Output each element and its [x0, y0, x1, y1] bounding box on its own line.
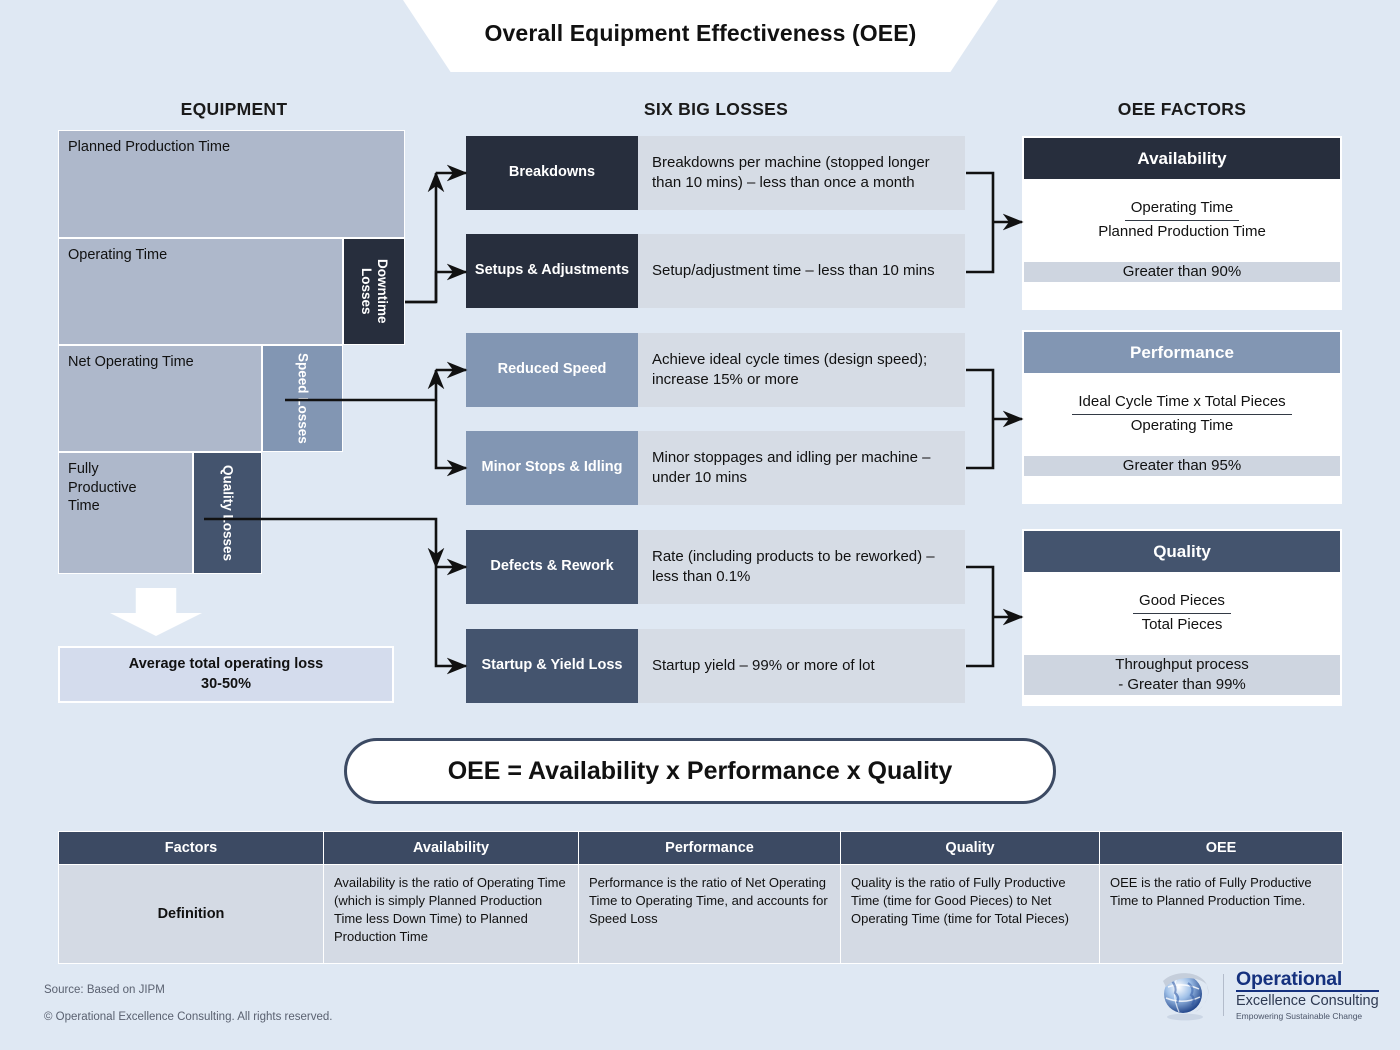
loss-name-startup-yield-loss: Startup & Yield Loss	[466, 629, 638, 703]
oee-factor-card-quality: Quality Good Pieces Total Pieces Through…	[1022, 529, 1342, 706]
table-header-quality: Quality	[840, 831, 1100, 865]
header-band: Overall Equipment Effectiveness (OEE)	[0, 0, 1400, 72]
table-header-oee: OEE	[1099, 831, 1343, 865]
factor-target-availability: Greater than 90%	[1024, 262, 1340, 283]
table-header-factors: Factors	[58, 831, 324, 865]
factor-formula-availability: Operating Time Planned Production Time	[1024, 179, 1340, 262]
formula-denominator-availability: Planned Production Time	[1098, 223, 1266, 240]
equipment-stack: Planned Production Time Operating Time N…	[58, 130, 405, 575]
loss-row-startup-yield-loss: Startup & Yield Loss Startup yield – 99%…	[466, 629, 965, 703]
formula-denominator-performance: Operating Time	[1130, 417, 1234, 434]
loss-name-defects-rework: Defects & Rework	[466, 530, 638, 604]
target-line2-quality: - Greater than 99%	[1118, 676, 1246, 694]
oee-infographic: Overall Equipment Effectiveness (OEE) EQ…	[0, 0, 1400, 1050]
loss-name-reduced-speed: Reduced Speed	[466, 333, 638, 407]
formula-numerator-availability: Operating Time	[1124, 199, 1240, 221]
target-line1-availability: Greater than 90%	[1122, 263, 1242, 280]
loss-block-quality-losses: Quality Losses	[193, 452, 262, 574]
loss-row-setups-adjustments: Setups & Adjustments Setup/adjustment ti…	[466, 234, 965, 308]
column-heading-equipment: EQUIPMENT	[180, 99, 288, 119]
source-note: Source: Based on JIPM	[44, 984, 165, 996]
equipment-bar-net-operating-time: Net Operating Time	[58, 345, 262, 452]
copyright-note: © Operational Excellence Consulting. All…	[44, 1011, 333, 1023]
table-header-performance: Performance	[578, 831, 841, 865]
table-header-availability: Availability	[323, 831, 579, 865]
target-line1-performance: Greater than 95%	[1122, 457, 1242, 474]
definition-table: Factors Availability Performance Quality…	[58, 831, 1343, 964]
logo-line-excellence-consulting: Excellence Consulting	[1236, 992, 1379, 1009]
factor-formula-quality: Good Pieces Total Pieces	[1024, 572, 1340, 655]
logo-line-tagline: Empowering Sustainable Change	[1236, 1011, 1363, 1022]
logo-line-operational: Operational	[1236, 968, 1379, 992]
equipment-bar-planned-production-time: Planned Production Time	[58, 130, 405, 238]
equipment-bar-operating-time: Operating Time	[58, 238, 343, 345]
page-title: Overall Equipment Effectiveness (OEE)	[484, 19, 917, 46]
table-cell-performance-definition: Performance is the ratio of Net Operatin…	[578, 864, 841, 964]
loss-row-reduced-speed: Reduced Speed Achieve ideal cycle times …	[466, 333, 965, 407]
loss-row-defects-rework: Defects & Rework Rate (including product…	[466, 530, 965, 604]
equipment-bar-fully-productive-time: Fully Productive Time	[58, 452, 193, 574]
loss-block-downtime-losses: Downtime Losses	[343, 238, 405, 345]
average-total-operating-loss-box: Average total operating loss 30-50%	[58, 646, 394, 703]
factor-title-quality: Quality	[1024, 531, 1340, 572]
factor-title-availability: Availability	[1024, 138, 1340, 179]
oee-equation-banner: OEE = Availability x Performance x Quali…	[344, 738, 1056, 804]
target-line1-quality: Throughput process	[1115, 656, 1249, 673]
factor-target-performance: Greater than 95%	[1024, 456, 1340, 477]
table-row-label-definition: Definition	[58, 864, 324, 964]
down-arrow-icon	[110, 588, 202, 636]
loss-description-setups-adjustments: Setup/adjustment time – less than 10 min…	[638, 234, 965, 308]
loss-block-speed-losses: Speed Losses	[262, 345, 343, 452]
formula-numerator-quality: Good Pieces	[1133, 592, 1231, 614]
table-cell-oee-definition: OEE is the ratio of Fully Productive Tim…	[1099, 864, 1343, 964]
average-loss-line2: 30-50%	[201, 675, 251, 692]
average-loss-line1: Average total operating loss	[128, 656, 324, 673]
globe-icon	[1163, 973, 1209, 1021]
loss-name-setups-adjustments: Setups & Adjustments	[466, 234, 638, 308]
logo-divider	[1223, 974, 1224, 1016]
loss-row-minor-stops-idling: Minor Stops & Idling Minor stoppages and…	[466, 431, 965, 505]
loss-name-breakdowns: Breakdowns	[466, 136, 638, 210]
loss-description-defects-rework: Rate (including products to be reworked)…	[638, 530, 965, 604]
factor-target-quality: Throughput process - Greater than 99%	[1024, 655, 1340, 696]
table-cell-availability-definition: Availability is the ratio of Operating T…	[323, 864, 579, 964]
loss-name-minor-stops-idling: Minor Stops & Idling	[466, 431, 638, 505]
table-cell-quality-definition: Quality is the ratio of Fully Productive…	[840, 864, 1100, 964]
loss-description-breakdowns: Breakdowns per machine (stopped longer t…	[638, 136, 965, 210]
column-heading-six-big-losses: SIX BIG LOSSES	[643, 99, 789, 119]
factor-formula-performance: Ideal Cycle Time x Total Pieces Operatin…	[1024, 373, 1340, 456]
loss-row-breakdowns: Breakdowns Breakdowns per machine (stopp…	[466, 136, 965, 210]
table-header-row: Factors Availability Performance Quality…	[58, 831, 1343, 865]
factor-title-performance: Performance	[1024, 332, 1340, 373]
loss-description-startup-yield-loss: Startup yield – 99% or more of lot	[638, 629, 965, 703]
formula-numerator-performance: Ideal Cycle Time x Total Pieces	[1072, 393, 1292, 415]
table-row: Definition Availability is the ratio of …	[58, 864, 1343, 964]
oee-factor-card-availability: Availability Operating Time Planned Prod…	[1022, 136, 1342, 310]
formula-denominator-quality: Total Pieces	[1141, 616, 1223, 633]
column-heading-oee-factors: OEE FACTORS	[1117, 99, 1247, 119]
loss-description-reduced-speed: Achieve ideal cycle times (design speed)…	[638, 333, 965, 407]
company-logo: Operational Excellence Consulting Empowe…	[1155, 962, 1385, 1028]
logo-text-block: Operational Excellence Consulting Empowe…	[1236, 968, 1379, 1022]
loss-description-minor-stops-idling: Minor stoppages and idling per machine –…	[638, 431, 965, 505]
oee-factor-card-performance: Performance Ideal Cycle Time x Total Pie…	[1022, 330, 1342, 504]
